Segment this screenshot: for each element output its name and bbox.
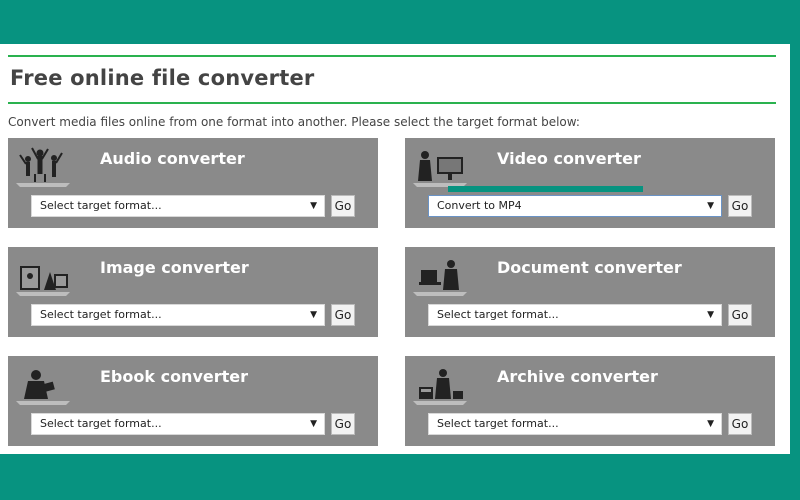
video-format-select-value: Convert to MP4 <box>437 199 522 212</box>
dropdown-arrow-icon: ▼ <box>310 310 317 320</box>
archive-converter-panel: Archive converter Select target format..… <box>405 356 775 446</box>
image-converter-panel: Image converter Select target format... … <box>8 247 378 337</box>
dropdown-arrow-icon: ▼ <box>707 201 714 211</box>
ebook-converter-panel: Ebook converter Select target format... … <box>8 356 378 446</box>
audio-converter-title: Audio converter <box>100 149 245 168</box>
document-converter-panel: Document converter Select target format.… <box>405 247 775 337</box>
image-format-select-value: Select target format... <box>40 308 162 321</box>
document-silhouette-icon <box>413 260 467 296</box>
document-format-select-value: Select target format... <box>437 308 559 321</box>
highlight-bar <box>448 186 643 192</box>
ebook-go-button[interactable]: Go <box>331 413 355 435</box>
audio-silhouette-icon <box>16 147 70 187</box>
archive-silhouette-icon <box>413 369 467 405</box>
audio-go-button[interactable]: Go <box>331 195 355 217</box>
archive-format-select-value: Select target format... <box>437 417 559 430</box>
header-rule-top <box>8 55 776 57</box>
ebook-format-select-value: Select target format... <box>40 417 162 430</box>
audio-converter-panel: Audio converter Select target format... … <box>8 138 378 228</box>
document-converter-title: Document converter <box>497 258 682 277</box>
video-go-button[interactable]: Go <box>728 195 752 217</box>
dropdown-arrow-icon: ▼ <box>310 201 317 211</box>
archive-format-select[interactable]: Select target format... ▼ <box>428 413 722 435</box>
video-format-select[interactable]: Convert to MP4 ▼ <box>428 195 722 217</box>
ebook-silhouette-icon <box>16 370 70 405</box>
audio-format-select-value: Select target format... <box>40 199 162 212</box>
page-title: Free online file converter <box>10 66 315 90</box>
document-go-button[interactable]: Go <box>728 304 752 326</box>
video-silhouette-icon <box>413 151 467 187</box>
archive-go-button[interactable]: Go <box>728 413 752 435</box>
image-silhouette-icon <box>16 266 70 296</box>
dropdown-arrow-icon: ▼ <box>707 419 714 429</box>
video-converter-panel: Video converter Convert to MP4 ▼ Go <box>405 138 775 228</box>
dropdown-arrow-icon: ▼ <box>707 310 714 320</box>
image-format-select[interactable]: Select target format... ▼ <box>31 304 325 326</box>
audio-format-select[interactable]: Select target format... ▼ <box>31 195 325 217</box>
image-converter-title: Image converter <box>100 258 249 277</box>
archive-converter-title: Archive converter <box>497 367 658 386</box>
video-converter-title: Video converter <box>497 149 641 168</box>
image-go-button[interactable]: Go <box>331 304 355 326</box>
header-rule-bottom <box>8 102 776 104</box>
ebook-format-select[interactable]: Select target format... ▼ <box>31 413 325 435</box>
ebook-converter-title: Ebook converter <box>100 367 249 386</box>
page-subtitle: Convert media files online from one form… <box>8 115 580 129</box>
dropdown-arrow-icon: ▼ <box>310 419 317 429</box>
document-format-select[interactable]: Select target format... ▼ <box>428 304 722 326</box>
